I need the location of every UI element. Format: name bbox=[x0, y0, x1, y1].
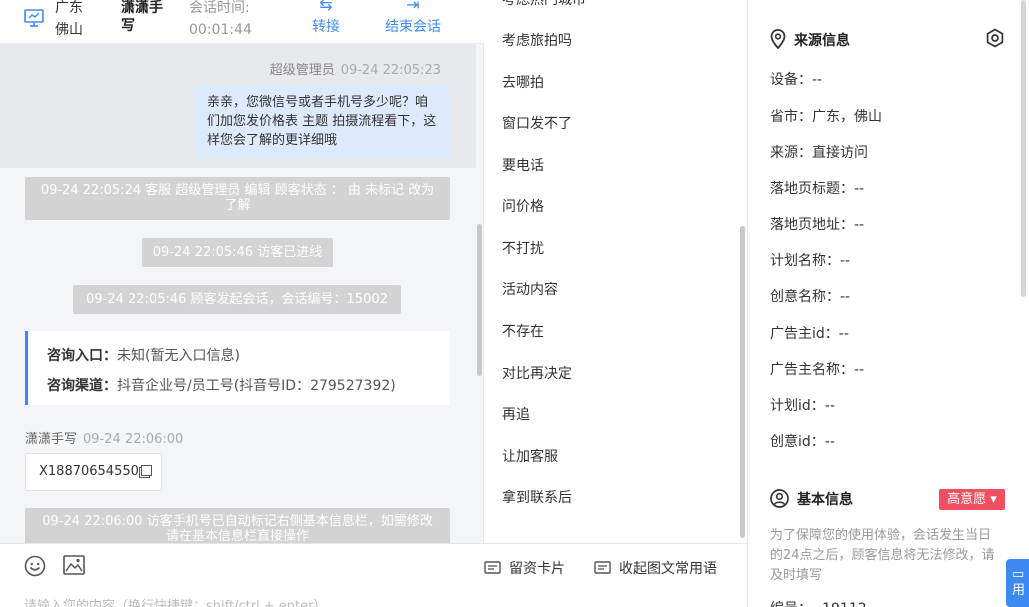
quick-reply-footer: 留资卡片 收起图文常用语 bbox=[484, 543, 748, 607]
visitor-message-time: 09-24 22:06:00 bbox=[83, 432, 184, 447]
caret-down-icon: ▾ bbox=[986, 492, 997, 507]
agent-message-time: 09-24 22:05:23 bbox=[340, 63, 441, 78]
chat-scrollbar[interactable] bbox=[477, 224, 482, 376]
lead-card-label: 留资卡片 bbox=[509, 561, 565, 577]
chat-workspace: 广东佛山 潇潇手写 会话时间: 00:01:44 ⇆ 转接 ⇥ 结束会话 超级管… bbox=[0, 0, 1029, 607]
info-scrollbar[interactable] bbox=[1021, 0, 1026, 297]
visitor-info-panel: 来源信息 设备：-- 省市：广东，佛山 来源：直接访问 落地页标题：-- 落地页… bbox=[748, 0, 1029, 607]
image-icon[interactable] bbox=[63, 555, 85, 575]
collapse-quick-replies-button[interactable]: 收起图文常用语 bbox=[594, 558, 717, 578]
basic-info-notice: 为了保障您的使用体验，会话发生当日的24点之后，顾客信息将无法修改，请及时填写 bbox=[770, 528, 995, 583]
source-field-plan-name: 计划名称：-- bbox=[770, 253, 851, 269]
source-field-source: 来源：直接访问 bbox=[770, 145, 868, 161]
message-icon bbox=[594, 561, 611, 574]
floating-side-label: 用 bbox=[1012, 583, 1026, 598]
basic-info-label: 基本信息 bbox=[797, 492, 853, 508]
inquiry-info-card: 咨询入口：未知(暂无入口信息) 咨询渠道：抖音企业号/员工号(抖音号ID：279… bbox=[25, 331, 450, 405]
visitor-phone-message: X18870654550 bbox=[25, 453, 162, 491]
agent-name: 超级管理员 bbox=[269, 63, 335, 78]
source-info-title: 来源信息 bbox=[770, 29, 850, 50]
quick-reply-panel: 考虑热门城市 考虑旅拍吗 去哪拍 窗口发不了 要电话 问价格 不打扰 活动内容 … bbox=[484, 0, 748, 607]
quick-reply-item[interactable]: 不打扰 bbox=[502, 239, 544, 259]
system-note-status-change: 09-24 22:05:24 客服 超级管理员 编辑 顾客状态 ： 由 未标记 … bbox=[25, 177, 450, 220]
source-info-label: 来源信息 bbox=[794, 33, 850, 49]
source-field-landing-title: 落地页标题：-- bbox=[770, 181, 865, 197]
source-field-province-city: 省市：广东，佛山 bbox=[770, 109, 882, 125]
agent-message-meta: 超级管理员 09-24 22:05:23 bbox=[270, 59, 441, 78]
location-pin-icon bbox=[770, 29, 786, 50]
quick-reply-item[interactable]: 不存在 bbox=[502, 322, 544, 342]
visitor-phone-number: X18870654550 bbox=[39, 464, 139, 479]
quick-reply-item[interactable]: 活动内容 bbox=[502, 280, 558, 300]
system-note-session-started: 09-24 22:05:46 顾客发起会话，会话编号：15002 bbox=[73, 285, 401, 314]
transfer-button[interactable]: ⇆ 转接 bbox=[309, 0, 343, 38]
end-session-label: 结束会话 bbox=[385, 19, 441, 35]
source-field-plan-id: 计划id：-- bbox=[770, 398, 835, 414]
inquiry-channel-row: 咨询渠道：抖音企业号/员工号(抖音号ID：279527392) bbox=[47, 371, 450, 401]
source-field-device: 设备：-- bbox=[770, 72, 823, 88]
inquiry-entry-label: 咨询入口： bbox=[47, 348, 117, 364]
agent-message-bubble: 亲亲，您微信号或者手机号多少呢？咱们加您发价格表 主题 拍摄流程看下，这样您会了… bbox=[195, 85, 450, 158]
quick-reply-item[interactable]: 去哪拍 bbox=[502, 73, 544, 93]
quick-reply-scrollbar[interactable] bbox=[740, 226, 745, 538]
floating-side-button[interactable]: ▭ 用 bbox=[1006, 559, 1029, 607]
message-composer: 请输入您的内容（换行快捷键：shift/ctrl + enter） bbox=[0, 543, 484, 607]
end-session-button[interactable]: ⇥ 结束会话 bbox=[382, 0, 444, 38]
chat-panel: 广东佛山 潇潇手写 会话时间: 00:01:44 ⇆ 转接 ⇥ 结束会话 超级管… bbox=[0, 0, 484, 607]
visitor-message-name: 潇潇手写 bbox=[25, 432, 78, 447]
logout-icon: ⇥ bbox=[406, 0, 420, 14]
basic-info-title: 基本信息 bbox=[770, 489, 853, 509]
agent-message-block: 超级管理员 09-24 22:05:23 亲亲，您微信号或者手机号多少呢？咱们加您… bbox=[0, 44, 476, 168]
inquiry-entry-value: 未知(暂无入口信息) bbox=[117, 348, 240, 364]
inquiry-channel-label: 咨询渠道： bbox=[47, 378, 117, 394]
quick-reply-item[interactable]: 考虑旅拍吗 bbox=[502, 31, 572, 51]
chat-bubble-icon: ▭ bbox=[1012, 567, 1025, 582]
quick-reply-item[interactable]: 再追 bbox=[502, 405, 530, 425]
source-field-creative-id: 创意id：-- bbox=[770, 434, 835, 450]
inquiry-entry-row: 咨询入口：未知(暂无入口信息) bbox=[47, 341, 450, 371]
message-input[interactable]: 请输入您的内容（换行快捷键：shift/ctrl + enter） bbox=[24, 595, 327, 607]
basic-field-partial: 编号：--19112 bbox=[770, 599, 867, 607]
visitor-location: 广东佛山 bbox=[55, 0, 83, 38]
quick-reply-item[interactable]: 对比再决定 bbox=[502, 364, 572, 384]
system-note-visitor-entered: 09-24 22:05:46 访客已进线 bbox=[142, 238, 333, 267]
quick-reply-item[interactable]: 让加客服 bbox=[502, 447, 558, 467]
emoji-icon[interactable] bbox=[24, 555, 46, 577]
monitor-icon bbox=[24, 9, 44, 27]
quick-reply-item[interactable]: 拿到联系后 bbox=[502, 488, 572, 508]
user-icon bbox=[770, 489, 789, 508]
settings-icon[interactable] bbox=[985, 28, 1005, 48]
intent-level-value: 高意愿 bbox=[947, 492, 987, 507]
quick-reply-item[interactable]: 考虑热门城市 bbox=[502, 0, 586, 10]
collapse-quick-replies-label: 收起图文常用语 bbox=[619, 561, 717, 577]
system-note-phone-marked: 09-24 22:06:00 访客手机号已自动标记右侧基本信息栏，如需修改请在基… bbox=[25, 508, 450, 543]
session-time-label: 会话时间: bbox=[189, 0, 250, 16]
intent-level-dropdown[interactable]: 高意愿 ▾ bbox=[939, 489, 1005, 510]
transfer-label: 转接 bbox=[312, 19, 340, 35]
message-list[interactable]: 超级管理员 09-24 22:05:23 亲亲，您微信号或者手机号多少呢？咱们加您… bbox=[0, 44, 484, 543]
source-field-advertiser-name: 广告主名称：-- bbox=[770, 362, 865, 378]
quick-reply-item[interactable]: 窗口发不了 bbox=[502, 114, 572, 134]
session-time-value: 00:01:44 bbox=[189, 22, 252, 38]
transfer-icon: ⇆ bbox=[319, 0, 333, 14]
inquiry-channel-value: 抖音企业号/员工号(抖音号ID：279527392) bbox=[117, 378, 396, 394]
quick-reply-item[interactable]: 要电话 bbox=[502, 156, 544, 176]
card-icon bbox=[484, 561, 501, 574]
visitor-name: 潇潇手写 bbox=[121, 0, 163, 34]
source-field-creative-name: 创意名称：-- bbox=[770, 289, 851, 305]
source-field-landing-url: 落地页地址：-- bbox=[770, 217, 865, 233]
chat-header: 广东佛山 潇潇手写 会话时间: 00:01:44 ⇆ 转接 ⇥ 结束会话 bbox=[0, 0, 484, 44]
quick-reply-item[interactable]: 问价格 bbox=[502, 197, 544, 217]
source-field-advertiser-id: 广告主id：-- bbox=[770, 326, 849, 342]
visitor-message-meta: 潇潇手写 09-24 22:06:00 bbox=[25, 428, 183, 447]
copy-icon[interactable] bbox=[140, 465, 152, 476]
lead-card-button[interactable]: 留资卡片 bbox=[484, 558, 565, 578]
